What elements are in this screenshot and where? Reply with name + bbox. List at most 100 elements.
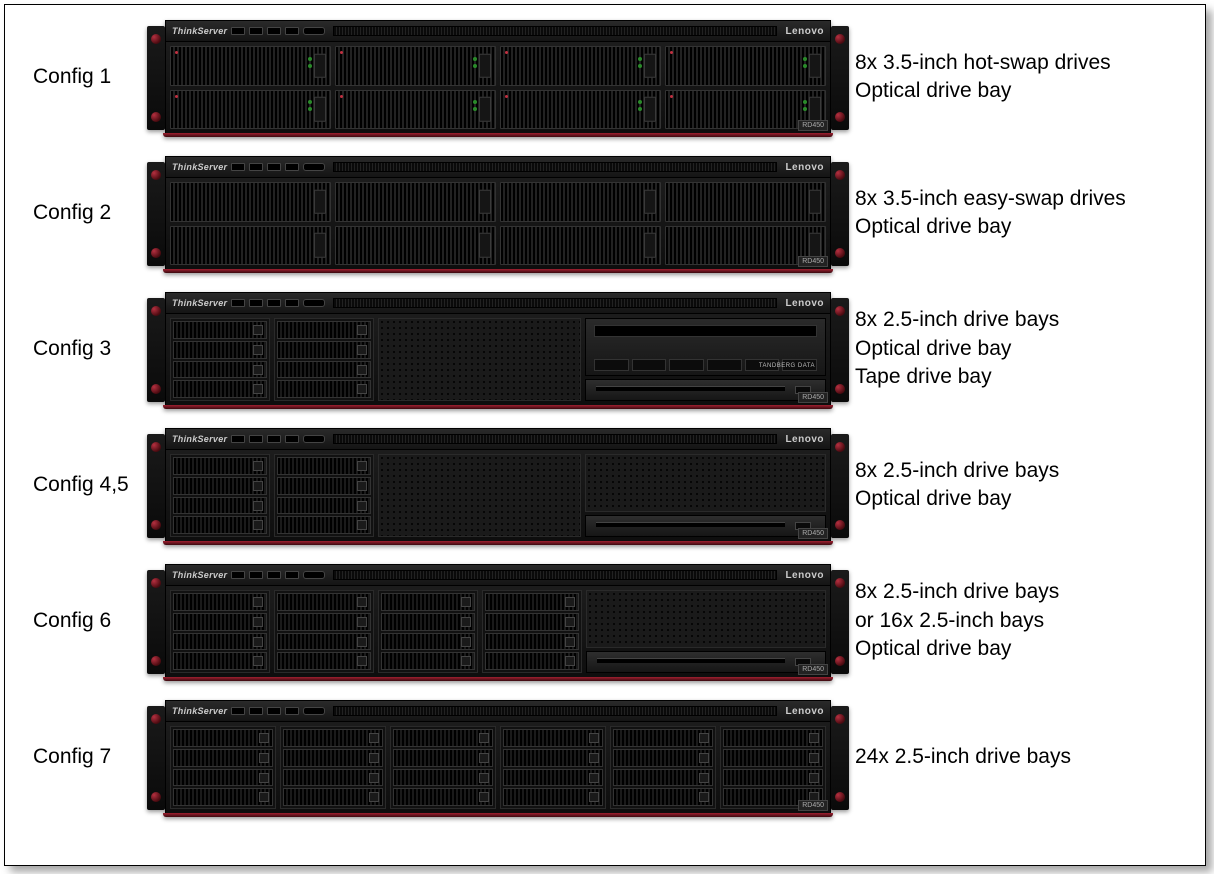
vent-slot bbox=[333, 26, 777, 36]
drive-bay-2_5 bbox=[173, 457, 267, 475]
drive-bay-3_5 bbox=[500, 46, 661, 86]
drive-bay-2_5 bbox=[173, 633, 267, 651]
chassis-red-trim bbox=[163, 133, 833, 137]
drive-bay-2_5 bbox=[277, 457, 371, 475]
drive-bay-3_5 bbox=[665, 182, 826, 222]
config-description: 8x 3.5-inch hot-swap drivesOptical drive… bbox=[831, 49, 1195, 106]
drive-bay-2_5 bbox=[173, 361, 267, 379]
vent-slot bbox=[333, 570, 777, 580]
chassis-red-trim bbox=[163, 269, 833, 273]
config-row: Config 1 ThinkServerLenovo RD450 8x 3.5-inc… bbox=[15, 20, 1195, 134]
drive-bay-3_5 bbox=[170, 226, 331, 266]
usb-port-icon bbox=[231, 707, 245, 715]
brand-lenovo: Lenovo bbox=[785, 162, 824, 173]
drive-bay-3_5 bbox=[170, 182, 331, 222]
drive-bay-2_5 bbox=[277, 321, 371, 339]
server-chassis: ThinkServerLenovoRD450 bbox=[165, 564, 831, 678]
tape-brand: TANDBERG DATA bbox=[759, 363, 815, 369]
drive-stack-2_5 bbox=[274, 454, 374, 537]
server-topbar: ThinkServer Lenovo bbox=[165, 156, 831, 178]
vent-slot bbox=[333, 298, 777, 308]
drive-stack-2_5 bbox=[720, 726, 826, 809]
server-topbar: ThinkServerLenovo bbox=[165, 20, 831, 42]
drive-stack-2_5 bbox=[378, 590, 478, 673]
usb-port-icon bbox=[285, 299, 299, 307]
drive-bay-2_5 bbox=[283, 769, 383, 787]
brand-thinkserver: ThinkServer bbox=[172, 162, 227, 172]
drive-bay-2_5 bbox=[485, 652, 579, 670]
chassis-red-trim bbox=[163, 405, 833, 409]
brand-lenovo: Lenovo bbox=[785, 570, 824, 581]
server-body: RD450 bbox=[165, 42, 831, 134]
usb-port-icon bbox=[231, 299, 245, 307]
rack-ear-right bbox=[831, 434, 849, 538]
drive-stack-2_5 bbox=[500, 726, 606, 809]
drive-stack-2_5 bbox=[610, 726, 716, 809]
usb-port-icon bbox=[249, 707, 263, 715]
drive-bay-2_5 bbox=[173, 613, 267, 631]
rack-ear-right bbox=[831, 570, 849, 674]
usb-port-icon bbox=[249, 435, 263, 443]
usb-port-icon bbox=[249, 163, 263, 171]
server-body: RD450 bbox=[165, 178, 831, 270]
drive-bay-2_5 bbox=[393, 729, 493, 747]
usb-port-icon bbox=[249, 571, 263, 579]
usb-port-icon bbox=[285, 27, 299, 35]
drive-stack-2_5 bbox=[274, 318, 374, 401]
rack-ear-right bbox=[831, 26, 849, 130]
drive-bay-2_5 bbox=[173, 788, 273, 806]
drive-bay-2_5 bbox=[173, 321, 267, 339]
drive-stack-2_5 bbox=[390, 726, 496, 809]
usb-port-icon bbox=[267, 163, 281, 171]
drive-bay-2_5 bbox=[381, 652, 475, 670]
drive-bay-3_5 bbox=[335, 226, 496, 266]
config-label: Config 1 bbox=[15, 65, 165, 89]
model-badge: RD450 bbox=[798, 120, 828, 131]
drive-bay-2_5 bbox=[277, 613, 371, 631]
drive-bay-2_5 bbox=[283, 788, 383, 806]
brand-lenovo: Lenovo bbox=[785, 26, 824, 37]
usb-port-icon bbox=[285, 571, 299, 579]
drive-bay-2_5 bbox=[173, 341, 267, 359]
drive-bay-2_5 bbox=[393, 769, 493, 787]
config-description: 8x 2.5-inch drive baysor 16x 2.5-inch ba… bbox=[831, 578, 1195, 663]
vent-mesh bbox=[586, 590, 826, 648]
rack-ear-right bbox=[831, 706, 849, 810]
drive-bay-2_5 bbox=[381, 633, 475, 651]
brand-lenovo: Lenovo bbox=[785, 706, 824, 717]
usb-port-icon bbox=[267, 707, 281, 715]
config-label: Config 2 bbox=[15, 201, 165, 225]
drive-bay-2_5 bbox=[173, 593, 267, 611]
drive-bay-2_5 bbox=[381, 613, 475, 631]
chassis-red-trim bbox=[163, 813, 833, 817]
drive-bay-3_5 bbox=[335, 46, 496, 86]
drive-bay-2_5 bbox=[173, 477, 267, 495]
drive-bay-2_5 bbox=[503, 788, 603, 806]
usb-port-icon bbox=[249, 27, 263, 35]
config-row: Config 4,5ThinkServerLenovoRD4508x 2.5-i… bbox=[15, 428, 1195, 542]
drive-bay-2_5 bbox=[277, 652, 371, 670]
brand-thinkserver: ThinkServer bbox=[172, 434, 227, 444]
drive-bay-2_5 bbox=[277, 341, 371, 359]
drive-bay-2_5 bbox=[173, 516, 267, 534]
drive-bay-2_5 bbox=[503, 749, 603, 767]
usb-port-icon bbox=[267, 299, 281, 307]
usb-port-icon bbox=[285, 707, 299, 715]
server-topbar: ThinkServerLenovo bbox=[165, 700, 831, 722]
model-badge: RD450 bbox=[798, 528, 828, 539]
usb-port-icon bbox=[267, 435, 281, 443]
drive-stack-2_5 bbox=[482, 590, 582, 673]
drive-bay-2_5 bbox=[173, 497, 267, 515]
config-label: Config 3 bbox=[15, 337, 165, 361]
drive-bay-3_5 bbox=[335, 182, 496, 222]
drive-bay-2_5 bbox=[277, 361, 371, 379]
drive-bay-2_5 bbox=[485, 633, 579, 651]
drive-stack-2_5 bbox=[170, 454, 270, 537]
drive-bay-2_5 bbox=[277, 593, 371, 611]
drive-bay-3_5 bbox=[170, 90, 331, 130]
drive-bay-3_5 bbox=[500, 182, 661, 222]
server-chassis: ThinkServerLenovo RD450 bbox=[165, 20, 831, 134]
drive-bay-2_5 bbox=[283, 729, 383, 747]
drive-bay-2_5 bbox=[613, 769, 713, 787]
drive-bay-2_5 bbox=[723, 769, 823, 787]
